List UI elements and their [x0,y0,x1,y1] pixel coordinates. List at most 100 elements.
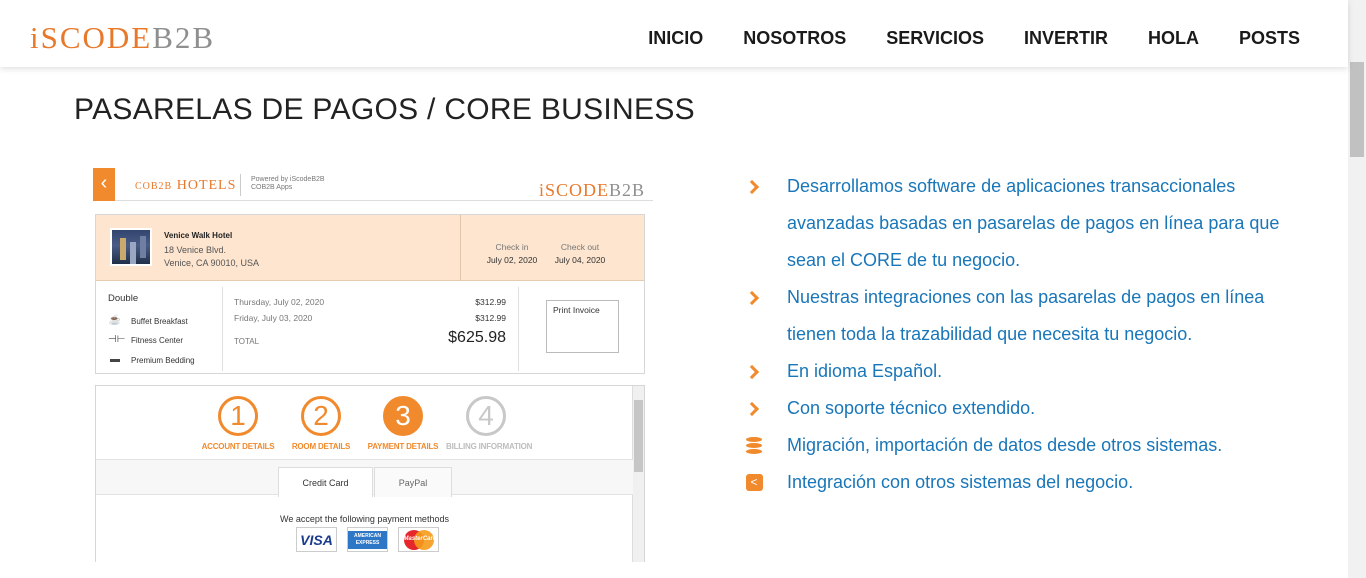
night-price-1: $312.99 [475,297,506,307]
print-invoice-button[interactable]: Print Invoice [546,300,619,353]
list-item: Nuestras integraciones con las pasarelas… [744,279,1305,353]
page-scrollbar[interactable] [1348,0,1366,578]
amenity-label: Fitness Center [131,335,184,345]
site-header: iSCODEB2B INICIO NOSOTROS SERVICIOS INVE… [0,0,1348,67]
visa-logo: VISA [296,527,337,552]
room-type: Double [108,293,139,304]
nav-item-servicios[interactable]: SERVICIOS [886,28,984,49]
payment-tabs: Credit Card PayPal [96,459,633,497]
accepted-methods-text: We accept the following payment methods [280,514,449,524]
brand-big: HOTELS [176,178,237,193]
amenity-fitness: ⊣⊢ Fitness Center [108,334,183,346]
feature-text: Desarrollamos software de aplicaciones t… [787,176,1280,270]
hotel-address-line2: Venice, CA 90010, USA [164,258,260,268]
step-number: 4 [466,396,506,436]
dumbbell-icon: ⊣⊢ [108,334,126,345]
page-scrollbar-thumb[interactable] [1350,62,1364,157]
chevron-right-icon [744,353,763,390]
nav-item-posts[interactable]: POSTS [1239,28,1300,49]
mock-logo-primary: iSCODE [538,180,609,200]
feature-text: Nuestras integraciones con las pasarelas… [787,287,1265,344]
powered-by-text: Powered by iScodeB2B COB2B Apps [251,176,325,191]
nav-item-nosotros[interactable]: NOSOTROS [743,28,846,49]
step-label: BILLING INFORMATION [446,442,533,451]
night-date-1: Thursday, July 02, 2020 [234,297,325,307]
feature-text: Integración con otros sistemas del negoc… [787,472,1134,492]
total-amount: $625.98 [448,329,506,346]
check-in-label: Check in [495,242,529,252]
total-label: TOTAL [234,337,260,346]
hotel-info-band: Venice Walk Hotel 18 Venice Blvd. Venice… [96,215,644,281]
mock-logo-secondary: B2B [608,180,645,200]
chevron-right-icon [744,279,763,316]
payment-method-logos: VISA AMERICAN EXPRESS MasterCard [296,527,439,552]
mastercard-text: MasterCard [403,535,437,542]
check-out-date: July 04, 2020 [554,255,606,265]
coffee-cup-icon: ☕ [108,315,122,326]
brand-small: COB2B [135,181,173,192]
check-out: Check out July 04, 2020 [540,241,620,267]
payment-steps-card: 1 ACCOUNT DETAILS 2 ROOM DETAILS 3 PAYMENT … [95,385,645,562]
step-payment-details[interactable]: 3 PAYMENT DETAILS [363,396,443,451]
mastercard-circles: MasterCard [402,529,437,550]
amex-logo: AMERICAN EXPRESS [347,527,388,552]
list-item: Con soporte técnico extendido. [744,390,1305,427]
hotel-address-line1: 18 Venice Blvd. [164,245,227,255]
cob2b-hotels-logo: COB2B HOTELS [135,178,236,194]
step-number: 1 [218,396,258,436]
divider [460,215,461,281]
list-item: Desarrollamos software de aplicaciones t… [744,168,1305,279]
feature-text: Migración, importación de datos desde ot… [787,435,1223,455]
chevron-right-icon [744,168,763,205]
list-item: < Integración con otros sistemas del nego… [745,464,1305,501]
night-date-2: Friday, July 03, 2020 [234,313,313,323]
database-icon [745,427,763,464]
logo-text-secondary: B2B [152,20,216,55]
nav-item-inicio[interactable]: INICIO [648,28,703,49]
step-room-details[interactable]: 2 ROOM DETAILS [281,396,361,451]
nav-item-hola[interactable]: HOLA [1148,28,1199,49]
amenity-breakfast: ☕ Buffet Breakfast [108,315,188,327]
night-price-2: $312.99 [475,313,506,323]
mock-iscode-logo: iSCODEB2B [539,180,645,201]
amex-text: AMERICAN EXPRESS [348,530,387,549]
mock-topbar: ‹ COB2B HOTELS Powered by iScodeB2B COB2… [93,168,653,201]
back-chevron-icon: ‹ [93,168,115,201]
list-item: Migración, importación de datos desde ot… [745,427,1305,464]
step-billing-information[interactable]: 4 BILLING INFORMATION [446,396,533,451]
logo-text-primary: iSCODE [30,20,153,55]
tab-credit-card[interactable]: Credit Card [278,467,373,497]
divider [240,174,241,196]
amenity-label: Buffet Breakfast [131,316,188,326]
bed-icon: ▬ [110,354,120,365]
tab-paypal[interactable]: PayPal [374,467,452,497]
divider [222,287,223,371]
share-icon: < [745,464,763,501]
list-item: En idioma Español. [744,353,1305,390]
amenity-label: Premium Bedding [131,355,195,365]
payment-gateway-screenshot: ‹ COB2B HOTELS Powered by iScodeB2B COB2… [93,168,653,562]
divider [518,287,519,371]
feature-text: En idioma Español. [787,361,943,381]
site-logo[interactable]: iSCODEB2B [30,20,215,56]
amenity-bedding: ▬ Premium Bedding [108,354,195,366]
inner-scrollbar[interactable] [632,386,644,562]
main-nav: INICIO NOSOTROS SERVICIOS INVERTIR HOLA … [608,28,1300,49]
step-label: ROOM DETAILS [291,442,351,451]
step-number: 2 [301,396,341,436]
hotel-thumbnail [110,228,152,266]
mastercard-logo: MasterCard [398,527,439,552]
features-list: Desarrollamos software de aplicaciones t… [744,168,1305,501]
inner-scrollbar-thumb[interactable] [634,400,643,472]
nav-item-invertir[interactable]: INVERTIR [1024,28,1108,49]
step-label: PAYMENT DETAILS [367,442,439,451]
feature-text: Con soporte técnico extendido. [787,398,1036,418]
booking-summary-card: Venice Walk Hotel 18 Venice Blvd. Venice… [95,214,645,374]
check-out-label: Check out [560,242,600,252]
page-title: PASARELAS DE PAGOS / CORE BUSINESS [74,93,695,126]
step-number: 3 [383,396,423,436]
step-label: ACCOUNT DETAILS [201,442,275,451]
step-account-details[interactable]: 1 ACCOUNT DETAILS [198,396,278,451]
hotel-name: Venice Walk Hotel [164,231,233,240]
chevron-right-icon [744,390,763,427]
